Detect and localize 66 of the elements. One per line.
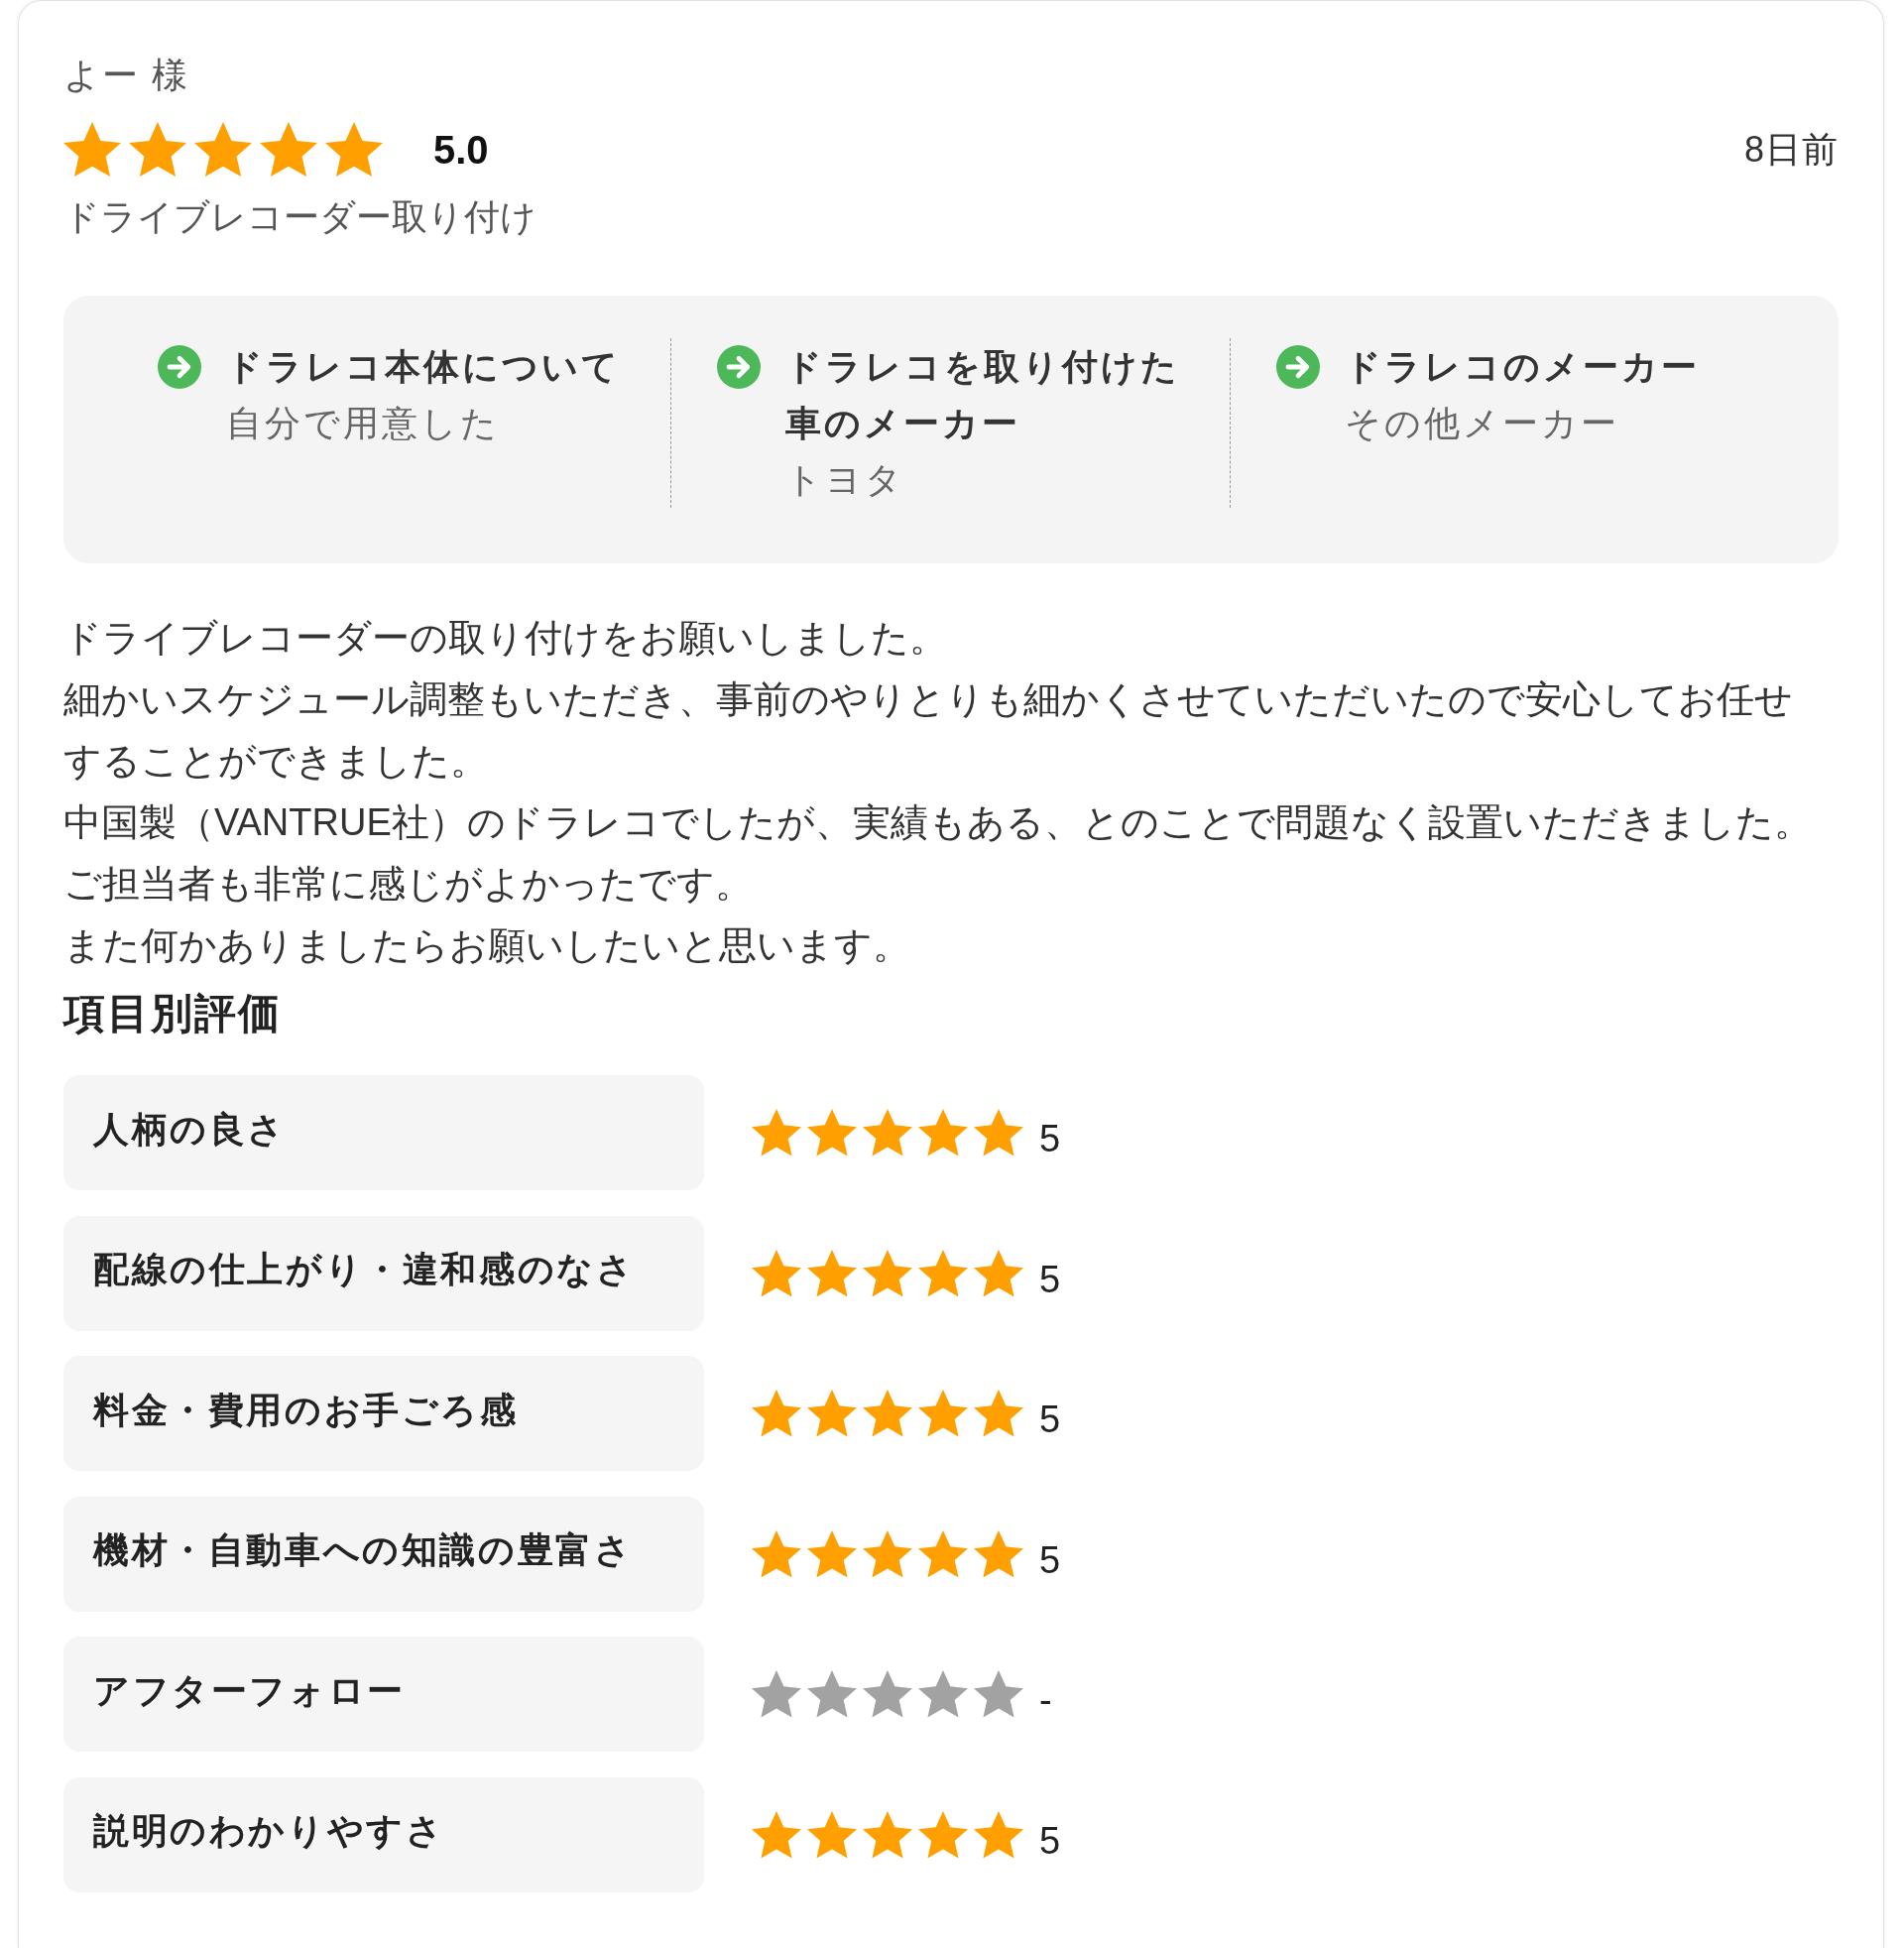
review-paragraph: 中国製（VANTRUE社）のドラレコでしたが、実績もある、とのことで問題なく設置いただきました。: [63, 800, 1812, 845]
detail-title: ドラレコ本体について: [226, 345, 621, 389]
detail-title: ドラレコを取り付けた車のメーカー: [785, 345, 1182, 445]
star-icon: [974, 1390, 1023, 1437]
star-icon: [752, 1810, 801, 1859]
star-icon: [325, 122, 383, 178]
rating-score: 5: [1039, 1818, 1061, 1864]
star-icon: [918, 1109, 968, 1157]
rating-score: -: [1039, 1678, 1052, 1723]
star-icon: [807, 1529, 857, 1578]
star-icon: [863, 1390, 912, 1437]
criterion-label: 配線の仕上がり・違和感のなさ: [63, 1215, 704, 1331]
star-icon: [807, 1670, 857, 1718]
reviewer-name: よー 様: [63, 54, 189, 97]
star-icon: [863, 1529, 912, 1578]
arrow-circle-icon: [1275, 344, 1320, 389]
star-icon: [807, 1109, 857, 1157]
detail-value: トヨタ: [785, 458, 905, 502]
star-icon: [863, 1670, 912, 1718]
star-icon: [974, 1670, 1023, 1718]
criterion-label: アフターフォロー: [63, 1637, 704, 1752]
star-icon: [918, 1670, 968, 1718]
star-icon: [807, 1249, 857, 1297]
star-icon: [918, 1529, 968, 1578]
rating-score: 5: [1039, 1537, 1061, 1583]
rating-score: 5: [1039, 1117, 1061, 1161]
star-icon: [752, 1529, 801, 1578]
review-paragraph: 細かいスケジュール調整もいただき、事前のやりとりも細かくさせていただいたので安心してお任せすることができました。: [63, 677, 1794, 784]
review-date: 8日前: [1743, 128, 1839, 172]
arrow-circle-icon: [158, 344, 201, 389]
star-icon: [752, 1670, 801, 1718]
arrow-circle-icon: [717, 344, 762, 389]
star-icon: [918, 1390, 968, 1437]
star-icon: [974, 1810, 1023, 1859]
review-paragraph: ドライブレコーダーの取り付けをお願いしました。: [63, 616, 947, 661]
star-icon: [974, 1529, 1023, 1578]
star-icon: [863, 1249, 912, 1297]
star-icon: [807, 1390, 857, 1437]
star-icon: [918, 1249, 968, 1297]
star-icon: [752, 1390, 801, 1437]
criterion-label: 料金・費用のお手ごろ感: [63, 1356, 704, 1471]
service-name: ドライブレコーダー取り付け: [63, 195, 536, 239]
criterion-label: 人柄の良さ: [63, 1075, 704, 1190]
detail-value: その他メーカー: [1344, 402, 1619, 445]
rating-score: 5: [1039, 1398, 1061, 1442]
star-icon: [807, 1810, 857, 1859]
star-icon: [918, 1810, 968, 1859]
criterion-label: 説明のわかりやすさ: [63, 1776, 704, 1892]
review-paragraph: また何かありましたらお願いしたいと思います。: [63, 923, 910, 968]
criterion-label: 機材・自動車への知識の豊富さ: [63, 1496, 704, 1612]
star-icon: [974, 1249, 1023, 1297]
star-icon: [752, 1249, 801, 1297]
star-icon: [260, 122, 317, 178]
review-paragraph: ご担当者も非常に感じがよかったです。: [63, 862, 753, 907]
star-icon: [974, 1109, 1023, 1157]
star-icon: [63, 122, 121, 178]
star-icon: [863, 1810, 912, 1859]
star-icon: [129, 122, 186, 178]
star-icon: [194, 122, 252, 178]
star-icon: [863, 1109, 912, 1157]
detail-title: ドラレコのメーカー: [1344, 345, 1700, 389]
rating-score: 5.0: [433, 127, 489, 173]
rating-score: 5: [1039, 1257, 1061, 1302]
detail-value: 自分で用意した: [226, 402, 500, 445]
star-icon: [752, 1109, 801, 1157]
section-heading: 項目別評価: [63, 989, 282, 1038]
